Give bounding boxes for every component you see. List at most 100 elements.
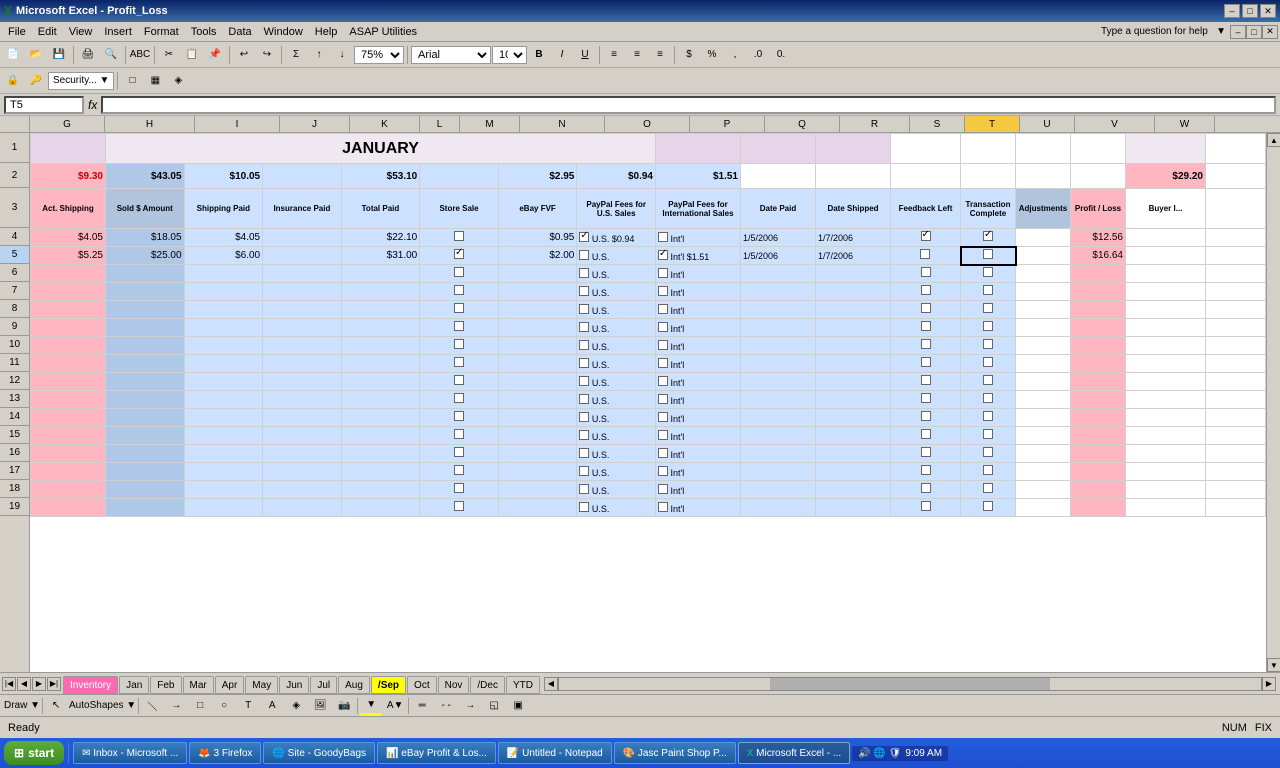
cell-K12[interactable] <box>341 373 420 391</box>
cell-N2[interactable]: $0.94 <box>577 164 656 189</box>
checkbox-L17[interactable] <box>454 465 464 475</box>
cell-Q15[interactable] <box>816 427 891 445</box>
checkbox-R16[interactable] <box>921 447 931 457</box>
tab-jun[interactable]: Jun <box>279 676 309 694</box>
checkbox-O8[interactable] <box>658 304 668 314</box>
checkbox-L7[interactable] <box>454 285 464 295</box>
cell-Q9[interactable] <box>816 319 891 337</box>
cell-V11[interactable] <box>1126 355 1206 373</box>
cell-U7[interactable] <box>1071 283 1126 301</box>
cell-T2[interactable] <box>1016 164 1071 189</box>
checkbox-N4[interactable] <box>579 232 589 242</box>
cell-P5[interactable]: 1/5/2006 <box>741 247 816 265</box>
row-16-header[interactable]: 16 <box>0 444 29 462</box>
app-close[interactable]: ✕ <box>1262 25 1278 39</box>
checkbox-O4[interactable] <box>658 232 668 242</box>
cell-J17[interactable] <box>263 463 342 481</box>
cell-Q7[interactable] <box>816 283 891 301</box>
cell-I7[interactable] <box>184 283 263 301</box>
cell-G5[interactable]: $5.25 <box>31 247 106 265</box>
cell-W10[interactable] <box>1206 337 1266 355</box>
cell-J19[interactable] <box>263 499 342 517</box>
taskbar-item-site[interactable]: 🌐 Site - GoodyBags <box>263 742 375 764</box>
cell-W3[interactable] <box>1206 189 1266 229</box>
checkbox-R15[interactable] <box>921 429 931 439</box>
cell-O13[interactable]: Int'l <box>656 391 741 409</box>
cell-R16[interactable] <box>891 445 961 463</box>
scroll-track-h[interactable] <box>558 677 1262 691</box>
cell-V9[interactable] <box>1126 319 1206 337</box>
linecolor-btn[interactable]: A▼ <box>384 696 406 716</box>
checkbox-N7[interactable] <box>579 286 589 296</box>
row-3-header[interactable]: 3 <box>0 188 29 228</box>
cell-O6[interactable]: Int'l <box>656 265 741 283</box>
cell-M15[interactable] <box>498 427 577 445</box>
col-K[interactable]: K <box>350 116 420 132</box>
checkbox-O16[interactable] <box>658 448 668 458</box>
cell-K13[interactable] <box>341 391 420 409</box>
row-7-header[interactable]: 7 <box>0 282 29 300</box>
cell-S7[interactable] <box>961 283 1016 301</box>
cell-P15[interactable] <box>741 427 816 445</box>
cut-button[interactable]: ✂ <box>158 45 180 65</box>
cell-J14[interactable] <box>263 409 342 427</box>
percent-button[interactable]: % <box>701 45 723 65</box>
checkbox-L8[interactable] <box>454 303 464 313</box>
cell-S12[interactable] <box>961 373 1016 391</box>
checkbox-N13[interactable] <box>579 394 589 404</box>
cell-H16[interactable] <box>106 445 185 463</box>
cell-M4[interactable]: $0.95 <box>498 229 577 247</box>
new-button[interactable]: 📄 <box>2 45 24 65</box>
checkbox-L14[interactable] <box>454 411 464 421</box>
cell-V12[interactable] <box>1126 373 1206 391</box>
checkbox-S17[interactable] <box>983 465 993 475</box>
print-button[interactable]: 🖨 <box>77 45 99 65</box>
checkbox-O11[interactable] <box>658 358 668 368</box>
cell-Q1[interactable] <box>816 134 891 164</box>
cell-H6[interactable] <box>106 265 185 283</box>
cell-I14[interactable] <box>184 409 263 427</box>
cell-N12[interactable]: U.S. <box>577 373 656 391</box>
checkbox-N6[interactable] <box>579 268 589 278</box>
cell-H7[interactable] <box>106 283 185 301</box>
checkbox-O9[interactable] <box>658 322 668 332</box>
taskbar-item-ebay[interactable]: 📊 eBay Profit & Los... <box>377 742 496 764</box>
cell-G2[interactable]: $9.30 <box>31 164 106 189</box>
cell-S5-selected[interactable] <box>961 247 1016 265</box>
cell-W6[interactable] <box>1206 265 1266 283</box>
clipart-btn[interactable]: 🖼 <box>309 696 331 716</box>
save-button[interactable]: 💾 <box>48 45 70 65</box>
cell-U16[interactable] <box>1071 445 1126 463</box>
cell-V8[interactable] <box>1126 301 1206 319</box>
taskbar-item-excel[interactable]: X Microsoft Excel - ... <box>738 742 850 764</box>
cell-O7[interactable]: Int'l <box>656 283 741 301</box>
checkbox-R7[interactable] <box>921 285 931 295</box>
cell-U18[interactable] <box>1071 481 1126 499</box>
cell-K14[interactable] <box>341 409 420 427</box>
menu-window[interactable]: Window <box>258 24 309 40</box>
cell-O1[interactable] <box>656 134 741 164</box>
row-14-header[interactable]: 14 <box>0 408 29 426</box>
cell-J9[interactable] <box>263 319 342 337</box>
row-6-header[interactable]: 6 <box>0 264 29 282</box>
rect-btn[interactable]: □ <box>189 696 211 716</box>
cell-W17[interactable] <box>1206 463 1266 481</box>
cell-N18[interactable]: U.S. <box>577 481 656 499</box>
cell-N11[interactable]: U.S. <box>577 355 656 373</box>
cell-W13[interactable] <box>1206 391 1266 409</box>
checkbox-S14[interactable] <box>983 411 993 421</box>
cell-S17[interactable] <box>961 463 1016 481</box>
cell-Q5[interactable]: 1/7/2006 <box>816 247 891 265</box>
cell-K7[interactable] <box>341 283 420 301</box>
cell-J3[interactable]: Insurance Paid <box>263 189 342 229</box>
checkbox-O10[interactable] <box>658 340 668 350</box>
col-U[interactable]: U <box>1020 116 1075 132</box>
cell-Q8[interactable] <box>816 301 891 319</box>
checkbox-N14[interactable] <box>579 412 589 422</box>
cell-K4[interactable]: $22.10 <box>341 229 420 247</box>
cell-Q6[interactable] <box>816 265 891 283</box>
cell-T4[interactable] <box>1016 229 1071 247</box>
cell-T15[interactable] <box>1016 427 1071 445</box>
checkbox-L4[interactable] <box>454 231 464 241</box>
arrow-style-btn[interactable]: → <box>459 696 481 716</box>
